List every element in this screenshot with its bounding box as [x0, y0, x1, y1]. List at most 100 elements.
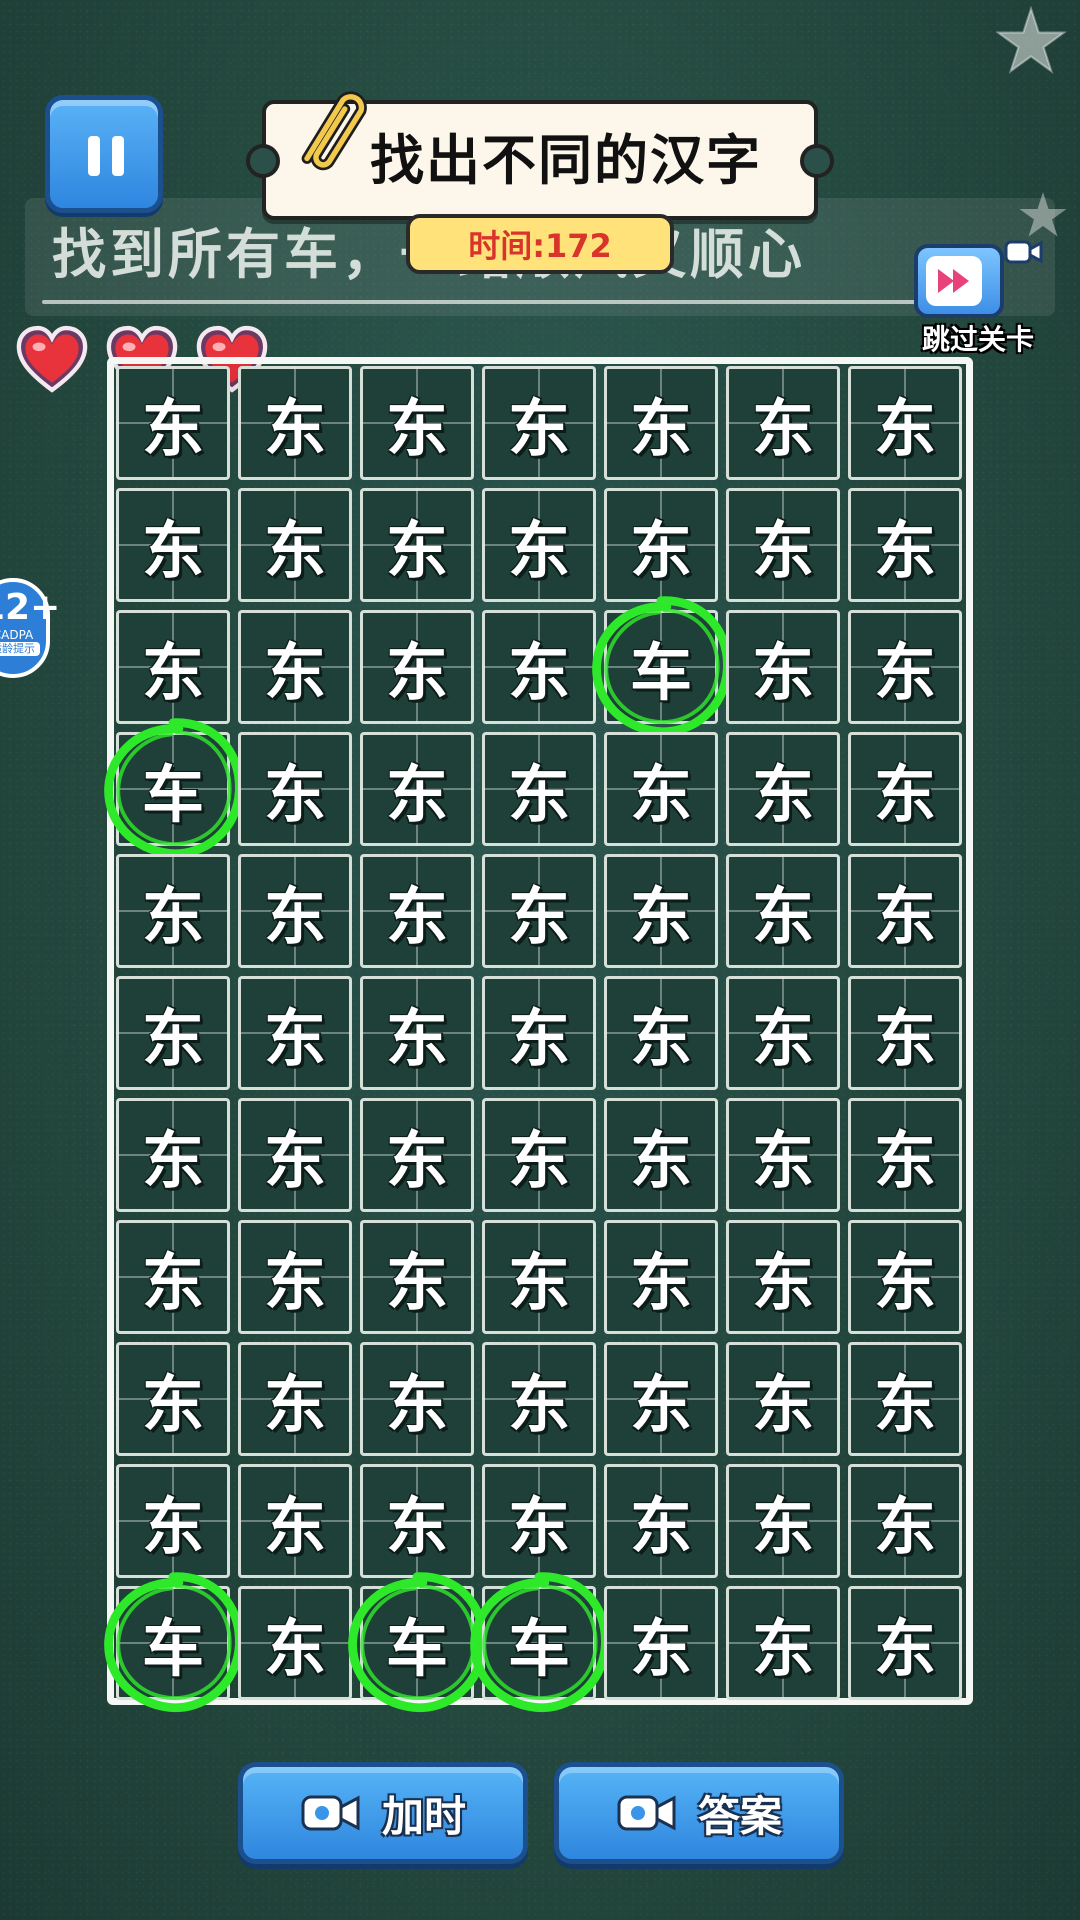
grid-cell[interactable]: 东 — [604, 1220, 718, 1334]
grid-cell[interactable]: 东 — [116, 610, 230, 724]
grid-cell[interactable]: 东 — [726, 488, 840, 602]
answer-label: 答案 — [697, 1791, 782, 1841]
cell-character: 东 — [263, 1490, 326, 1563]
grid-cell[interactable]: 东 — [482, 488, 596, 602]
grid-cell[interactable]: 东 — [848, 854, 962, 968]
cell-character: 东 — [385, 1368, 448, 1441]
cell-character: 东 — [751, 1124, 814, 1197]
grid-cell[interactable]: 东 — [848, 732, 962, 846]
grid-cell[interactable]: 东 — [482, 1098, 596, 1212]
grid-cell[interactable]: 东 — [116, 488, 230, 602]
grid-cell[interactable]: 东 — [726, 854, 840, 968]
cell-character: 东 — [873, 1124, 936, 1197]
grid-cell[interactable]: 东 — [360, 854, 474, 968]
grid-cell-found[interactable]: 车 — [104, 1572, 244, 1713]
grid-cell[interactable]: 东 — [238, 976, 352, 1090]
grid-cell[interactable]: 东 — [482, 1220, 596, 1334]
grid-cell[interactable]: 东 — [360, 366, 474, 480]
grid-cell[interactable]: 东 — [726, 732, 840, 846]
grid-cell[interactable]: 东 — [238, 1586, 352, 1700]
grid-cell-found[interactable]: 车 — [592, 596, 732, 737]
grid-cell[interactable]: 东 — [360, 1464, 474, 1578]
grid-cell[interactable]: 东 — [360, 610, 474, 724]
grid-cell[interactable]: 东 — [848, 1464, 962, 1578]
chalk-underline — [42, 300, 932, 304]
add-time-button[interactable]: 加时 — [238, 1762, 528, 1864]
cell-character: 东 — [385, 636, 448, 709]
grid-cell[interactable]: 东 — [238, 1220, 352, 1334]
grid-cell[interactable]: 东 — [116, 854, 230, 968]
grid-cell[interactable]: 东 — [238, 366, 352, 480]
grid-cell[interactable]: 东 — [482, 1342, 596, 1456]
cell-character: 东 — [873, 636, 936, 709]
grid-cell[interactable]: 东 — [116, 366, 230, 480]
grid-cell[interactable]: 东 — [360, 1220, 474, 1334]
grid-cell[interactable]: 东 — [482, 976, 596, 1090]
pause-button[interactable] — [45, 95, 163, 213]
grid-cell[interactable]: 东 — [116, 1342, 230, 1456]
cell-character: 东 — [507, 514, 570, 587]
grid-cell[interactable]: 东 — [116, 1220, 230, 1334]
cell-character: 东 — [751, 1368, 814, 1441]
cell-character: 东 — [629, 514, 692, 587]
grid-cell[interactable]: 东 — [726, 1464, 840, 1578]
grid-cell[interactable]: 东 — [726, 610, 840, 724]
grid-cell[interactable]: 东 — [238, 1098, 352, 1212]
grid-cell[interactable]: 东 — [604, 1464, 718, 1578]
grid-cell[interactable]: 东 — [360, 488, 474, 602]
grid-cell-found[interactable]: 车 — [104, 718, 244, 859]
grid-cell[interactable]: 东 — [360, 732, 474, 846]
grid-cell[interactable]: 东 — [848, 366, 962, 480]
cell-character: 东 — [751, 1490, 814, 1563]
grid-cell[interactable]: 东 — [482, 732, 596, 846]
grid-cell-found[interactable]: 车 — [470, 1572, 610, 1713]
grid-cell[interactable]: 东 — [848, 1586, 962, 1700]
grid-cell[interactable]: 东 — [116, 1464, 230, 1578]
grid-cell[interactable]: 东 — [238, 610, 352, 724]
grid-cell[interactable]: 东 — [604, 1098, 718, 1212]
grid-cell[interactable]: 东 — [726, 1098, 840, 1212]
cell-character: 东 — [385, 758, 448, 831]
grid-cell[interactable]: 东 — [604, 732, 718, 846]
grid-cell[interactable]: 东 — [238, 854, 352, 968]
grid-cell[interactable]: 东 — [848, 976, 962, 1090]
grid-cell[interactable]: 东 — [726, 1342, 840, 1456]
grid-cell[interactable]: 东 — [482, 854, 596, 968]
grid-cell[interactable]: 东 — [482, 366, 596, 480]
grid-cell[interactable]: 东 — [238, 732, 352, 846]
grid-cell[interactable]: 东 — [604, 1586, 718, 1700]
grid-cell-found[interactable]: 车 — [348, 1572, 488, 1713]
grid-cell[interactable]: 东 — [726, 1220, 840, 1334]
grid-cell[interactable]: 东 — [360, 1342, 474, 1456]
cell-character: 东 — [141, 1246, 204, 1319]
grid-cell[interactable]: 东 — [360, 1098, 474, 1212]
skip-level-button[interactable]: 跳过关卡 — [908, 222, 1048, 356]
grid-cell[interactable]: 东 — [726, 366, 840, 480]
cell-character: 东 — [873, 514, 936, 587]
answer-button[interactable]: 答案 — [554, 1762, 844, 1864]
grid-cell[interactable]: 东 — [238, 1342, 352, 1456]
cell-character: 东 — [873, 758, 936, 831]
grid-cell[interactable]: 东 — [848, 488, 962, 602]
grid-cell[interactable]: 东 — [726, 976, 840, 1090]
video-camera-icon — [617, 1795, 676, 1831]
grid-cell[interactable]: 东 — [848, 1220, 962, 1334]
grid-cell[interactable]: 东 — [604, 854, 718, 968]
grid-cell[interactable]: 东 — [116, 976, 230, 1090]
grid-cell[interactable]: 东 — [604, 488, 718, 602]
grid-cell[interactable]: 东 — [360, 976, 474, 1090]
grid-cell[interactable]: 东 — [848, 1342, 962, 1456]
grid-cell[interactable]: 东 — [604, 366, 718, 480]
grid-cell[interactable]: 东 — [482, 610, 596, 724]
grid-cell[interactable]: 东 — [848, 610, 962, 724]
grid-cell[interactable]: 东 — [482, 1464, 596, 1578]
cell-character: 东 — [263, 1368, 326, 1441]
grid-cell[interactable]: 东 — [726, 1586, 840, 1700]
grid-cell[interactable]: 东 — [238, 1464, 352, 1578]
grid-cell[interactable]: 东 — [848, 1098, 962, 1212]
grid-cell[interactable]: 东 — [116, 1098, 230, 1212]
grid-cell[interactable]: 东 — [604, 976, 718, 1090]
cell-character: 东 — [873, 1246, 936, 1319]
grid-cell[interactable]: 东 — [604, 1342, 718, 1456]
grid-cell[interactable]: 东 — [238, 488, 352, 602]
